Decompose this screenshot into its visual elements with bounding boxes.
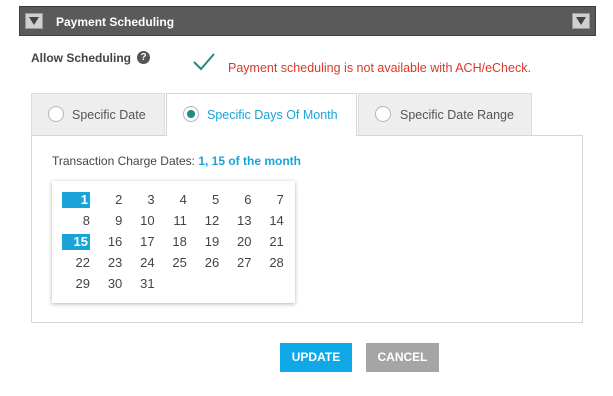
calendar-day[interactable]: 7 — [256, 192, 284, 208]
tab-label: Specific Days Of Month — [207, 108, 338, 122]
calendar-day[interactable]: 14 — [256, 213, 283, 229]
calendar-day[interactable]: 27 — [224, 255, 251, 271]
calendar-day[interactable]: 21 — [256, 234, 283, 250]
calendar-day[interactable]: 31 — [127, 276, 154, 292]
radio-specific-date-range[interactable] — [375, 106, 391, 122]
calendar-day[interactable]: 4 — [159, 192, 187, 208]
calendar-day[interactable]: 13 — [224, 213, 251, 229]
radio-specific-days-of-month[interactable] — [183, 106, 199, 122]
calendar-day[interactable]: 12 — [191, 213, 219, 229]
tab-specific-date-range[interactable]: Specific Date Range — [358, 93, 532, 135]
tab-specific-date[interactable]: Specific Date — [31, 93, 165, 135]
charge-dates-label: Transaction Charge Dates: — [52, 154, 195, 168]
calendar-day[interactable]: 26 — [191, 255, 219, 271]
tab-panel: Transaction Charge Dates: 1, 15 of the m… — [31, 135, 583, 323]
calendar-day[interactable]: 19 — [191, 234, 219, 250]
tab-label: Specific Date Range — [400, 108, 514, 122]
calendar-day[interactable]: 15 — [62, 234, 90, 250]
collapse-toggle-right[interactable] — [572, 13, 590, 29]
schedule-type-tabs: Specific Date Specific Days Of Month Spe… — [31, 93, 583, 136]
tab-specific-days-of-month[interactable]: Specific Days Of Month — [166, 93, 357, 136]
calendar-day[interactable]: 10 — [127, 213, 154, 229]
calendar-day[interactable]: 16 — [94, 234, 122, 250]
calendar-day[interactable]: 25 — [159, 255, 186, 271]
calendar-day[interactable]: 5 — [191, 192, 219, 208]
calendar-day[interactable]: 20 — [224, 234, 251, 250]
collapse-toggle-left[interactable] — [25, 13, 43, 29]
triangle-down-icon — [29, 17, 39, 25]
radio-dot — [187, 110, 195, 118]
cancel-button[interactable]: CANCEL — [366, 343, 439, 372]
allow-scheduling-label: Allow Scheduling — [31, 51, 132, 65]
calendar-day[interactable]: 1 — [62, 192, 90, 208]
calendar-day[interactable]: 9 — [94, 213, 122, 229]
calendar-day[interactable]: 17 — [127, 234, 154, 250]
calendar-day[interactable]: 11 — [159, 213, 187, 229]
calendar-day[interactable]: 18 — [159, 234, 186, 250]
triangle-down-icon — [576, 17, 586, 25]
day-of-month-picker: 1 2 3 4 5 6 7 8 9 10 11 12 13 14 15 16 17 18 19 20 21 22 23 24 2… — [52, 181, 295, 303]
charge-dates-line: Transaction Charge Dates: 1, 15 of the m… — [52, 154, 301, 168]
ach-warning-text: Payment scheduling is not available with… — [228, 61, 531, 75]
charge-dates-value: 1, 15 of the month — [198, 154, 301, 168]
section-header[interactable]: Payment Scheduling — [19, 6, 596, 36]
calendar-day[interactable]: 8 — [62, 213, 90, 229]
calendar-day[interactable]: 3 — [127, 192, 154, 208]
calendar-day[interactable]: 24 — [127, 255, 154, 271]
radio-specific-date[interactable] — [48, 106, 64, 122]
section-title: Payment Scheduling — [56, 15, 175, 29]
calendar-day[interactable]: 29 — [62, 276, 90, 292]
calendar-day[interactable]: 6 — [224, 192, 251, 208]
calendar-day[interactable]: 28 — [256, 255, 283, 271]
calendar-day[interactable]: 23 — [94, 255, 122, 271]
tab-label: Specific Date — [72, 108, 146, 122]
help-icon[interactable]: ? — [137, 51, 150, 64]
calendar-day[interactable]: 2 — [94, 192, 122, 208]
calendar-day[interactable]: 22 — [62, 255, 90, 271]
check-icon[interactable] — [192, 52, 216, 72]
update-button[interactable]: UPDATE — [280, 343, 352, 372]
calendar-day[interactable]: 30 — [94, 276, 122, 292]
